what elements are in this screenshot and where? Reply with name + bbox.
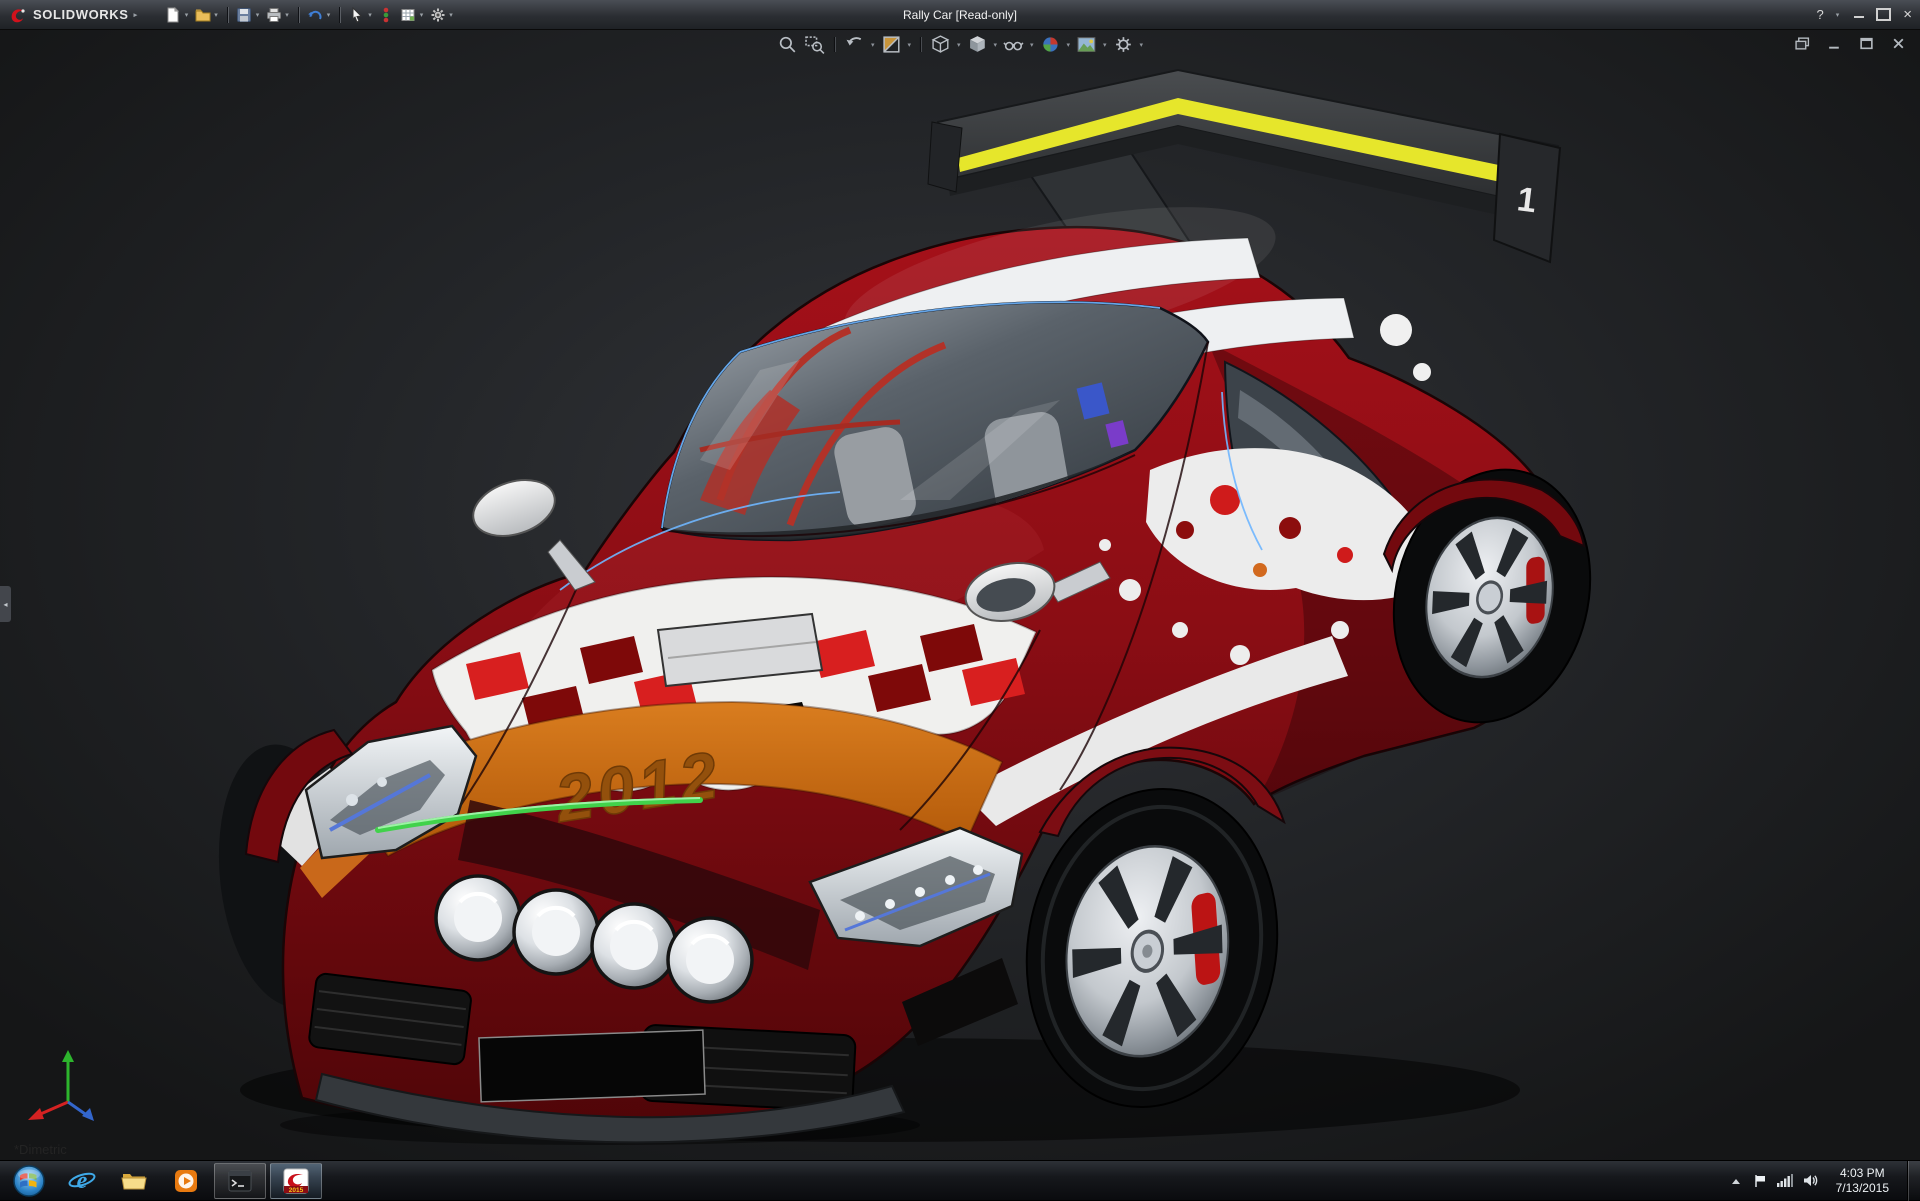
help-button[interactable]: ? [1816,7,1823,22]
restore-button[interactable] [1876,8,1891,21]
solidworks-logo: SOLIDWORKS ▸ [8,5,141,25]
toolbar-separator [834,37,835,52]
left-mirror[interactable] [466,470,595,590]
apply-scene-caret-icon[interactable]: ▾ [1103,41,1107,49]
zoom-to-area-icon[interactable] [804,34,825,55]
feature-panel-collapse-tab[interactable]: ◂ [0,586,11,622]
options-button[interactable] [427,4,448,25]
new-caret-icon[interactable]: ▾ [185,11,189,19]
cascade-windows-icon[interactable] [1795,37,1810,50]
clock-time: 4:03 PM [1836,1166,1889,1181]
toolbar-separator [298,7,299,23]
options-caret-icon[interactable]: ▾ [449,11,453,19]
clock-date: 7/13/2015 [1836,1181,1889,1196]
zoom-to-fit-icon[interactable] [777,34,798,55]
doc-maximize-icon[interactable] [1859,37,1874,50]
toolbar-separator [339,7,340,23]
brand-caret-icon[interactable]: ▸ [134,11,138,19]
view-orientation-icon[interactable] [930,34,951,55]
select-caret-icon[interactable]: ▾ [368,11,372,19]
doc-minimize-icon[interactable] [1827,37,1842,50]
section-view-caret-icon[interactable]: ▾ [907,41,911,49]
open-caret-icon[interactable]: ▾ [214,11,218,19]
undo-caret-icon[interactable]: ▾ [327,11,331,19]
apply-scene-icon[interactable] [1076,34,1097,55]
rally-car-model[interactable]: 1 [0,30,1920,1160]
print-caret-icon[interactable]: ▾ [285,11,289,19]
show-desktop-button[interactable] [1907,1161,1920,1201]
action-center-icon[interactable] [1753,1174,1767,1188]
help-caret-icon[interactable]: ▾ [1836,11,1840,19]
brand-name: SOLIDWORKS [33,7,129,22]
previous-view-caret-icon[interactable]: ▾ [871,41,875,49]
previous-view-icon[interactable] [844,34,865,55]
toolbar-separator [227,7,228,23]
solidworks-version-badge: 2015 [289,1187,304,1194]
display-style-icon[interactable] [966,34,987,55]
titlebar: SOLIDWORKS ▸ ▾ ▾ ▾ ▾ ▾ ▾ ▾ ▾ [0,0,1920,30]
hide-show-caret-icon[interactable]: ▾ [1030,41,1034,49]
start-button[interactable] [2,1161,56,1201]
window-title: Rally Car [Read-only] [903,8,1017,22]
clock[interactable]: 4:03 PM 7/13/2015 [1828,1166,1897,1196]
design-table-button[interactable] [398,4,419,25]
select-button[interactable] [346,4,367,25]
command-prompt-button[interactable] [214,1163,266,1199]
open-button[interactable] [192,4,213,25]
network-icon[interactable] [1777,1174,1793,1187]
system-tray: 4:03 PM 7/13/2015 [1729,1161,1920,1200]
solidworks-logo-icon [8,5,28,25]
media-app-button[interactable] [160,1161,212,1201]
graphics-viewport[interactable]: ▾ ▾ ▾ ▾ ▾ ▾ ▾ ▾ ◂ [0,30,1920,1160]
design-table-caret-icon[interactable]: ▾ [420,11,424,19]
hidden-icons-button[interactable] [1729,1175,1743,1187]
hide-show-items-icon[interactable] [1003,34,1024,55]
selection-filter-button[interactable] [376,4,397,25]
section-view-icon[interactable] [880,34,901,55]
svg-text:e: e [77,1168,88,1194]
toolbar-separator [920,37,921,52]
view-settings-icon[interactable] [1113,34,1134,55]
doc-close-icon[interactable] [1891,37,1906,50]
license-plate [479,1030,705,1102]
volume-icon[interactable] [1803,1174,1818,1187]
view-orientation-caret-icon[interactable]: ▾ [957,41,961,49]
print-button[interactable] [263,4,284,25]
save-button[interactable] [234,4,255,25]
reference-triad [24,1044,114,1134]
save-caret-icon[interactable]: ▾ [256,11,260,19]
file-explorer-button[interactable] [108,1161,160,1201]
undo-button[interactable] [305,4,326,25]
display-style-caret-icon[interactable]: ▾ [993,41,997,49]
edit-appearance-caret-icon[interactable]: ▾ [1067,41,1071,49]
heads-up-view-toolbar: ▾ ▾ ▾ ▾ ▾ ▾ ▾ ▾ [777,34,1143,55]
view-orientation-label: *Dimetric [14,1142,67,1157]
taskbar: e 2015 [0,1160,1920,1200]
main-toolbar: ▾ ▾ ▾ ▾ ▾ ▾ ▾ ▾ [163,4,456,25]
view-settings-caret-icon[interactable]: ▾ [1140,41,1144,49]
new-document-button[interactable] [163,4,184,25]
close-button[interactable]: × [1903,7,1912,22]
edit-appearance-icon[interactable] [1040,34,1061,55]
minimize-button[interactable] [1854,16,1864,18]
solidworks-button[interactable]: 2015 [270,1163,322,1199]
internet-explorer-button[interactable]: e [56,1161,108,1201]
document-window-controls [1795,37,1906,50]
